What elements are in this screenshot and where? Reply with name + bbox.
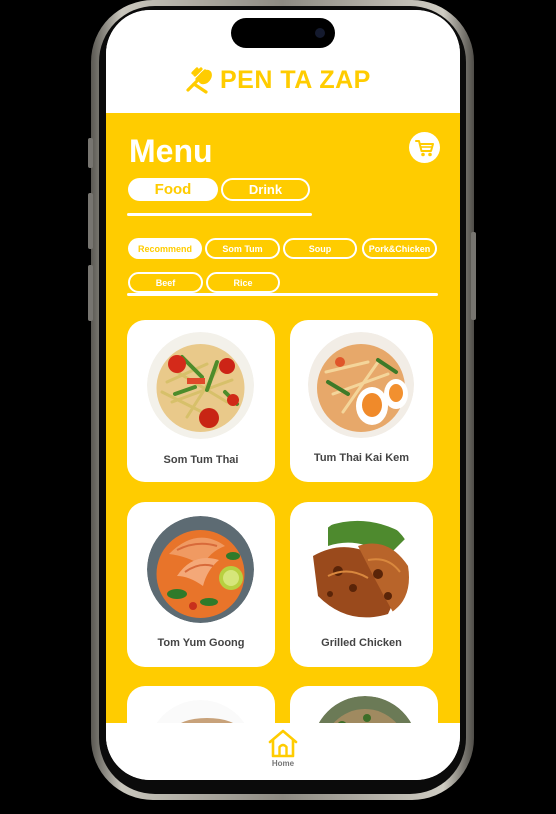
home-icon — [268, 729, 298, 758]
category-chip-recommend[interactable]: Recommend — [128, 238, 202, 259]
menu-item-card[interactable] — [127, 686, 275, 723]
category-chip-pork-chicken[interactable]: Pork&Chicken — [362, 238, 437, 259]
category-chip-rice[interactable]: Rice — [206, 272, 280, 293]
tab-home-label: Home — [271, 759, 295, 768]
menu-item-name: Som Tum Thai — [163, 454, 239, 466]
cart-icon — [414, 139, 434, 156]
dish-image — [147, 516, 254, 623]
category-divider — [127, 293, 438, 296]
dish-image — [308, 516, 414, 622]
menu-item-name: Grilled Chicken — [321, 637, 402, 649]
brand-name: PEN TA ZAP — [220, 65, 371, 94]
menu-item-name: Tom Yum Goong — [157, 637, 245, 649]
dish-image — [147, 332, 254, 439]
phone-volume-down-button — [88, 265, 93, 321]
menu-item-card[interactable] — [290, 686, 438, 723]
menu-item-card[interactable]: Grilled Chicken — [290, 502, 433, 667]
tab-underline — [127, 213, 312, 216]
dish-image — [147, 700, 254, 723]
tab-home[interactable]: Home — [266, 728, 300, 768]
bottom-tab-bar: Home — [106, 723, 460, 780]
phone-volume-up-button — [88, 193, 93, 249]
dish-image — [308, 332, 414, 438]
menu-item-name: Tum Thai Kai Kem — [313, 452, 410, 464]
front-camera — [315, 28, 325, 38]
menu-item-card[interactable]: Som Tum Thai — [127, 320, 275, 482]
tab-drink[interactable]: Drink — [221, 178, 310, 201]
app-screen: PEN TA ZAP Menu Food Drink Recommend Som… — [106, 10, 460, 780]
menu-item-card[interactable]: Tom Yum Goong — [127, 502, 275, 667]
category-chip-soup[interactable]: Soup — [283, 238, 357, 259]
phone-power-button — [471, 232, 476, 320]
brand-logo: PEN TA ZAP — [182, 64, 371, 96]
category-chip-beef[interactable]: Beef — [128, 272, 203, 293]
fork-spoon-logo-icon — [186, 67, 212, 94]
page-title: Menu — [129, 133, 213, 169]
tab-food[interactable]: Food — [128, 178, 218, 201]
dynamic-island — [231, 18, 335, 48]
category-chip-som-tum[interactable]: Som Tum — [205, 238, 280, 259]
dish-image — [312, 696, 418, 723]
menu-item-card[interactable]: Tum Thai Kai Kem — [290, 320, 433, 482]
menu-panel: Menu Food Drink Recommend Som Tum Soup P… — [106, 113, 460, 723]
cart-button[interactable] — [409, 132, 440, 163]
phone-action-button — [88, 138, 93, 168]
